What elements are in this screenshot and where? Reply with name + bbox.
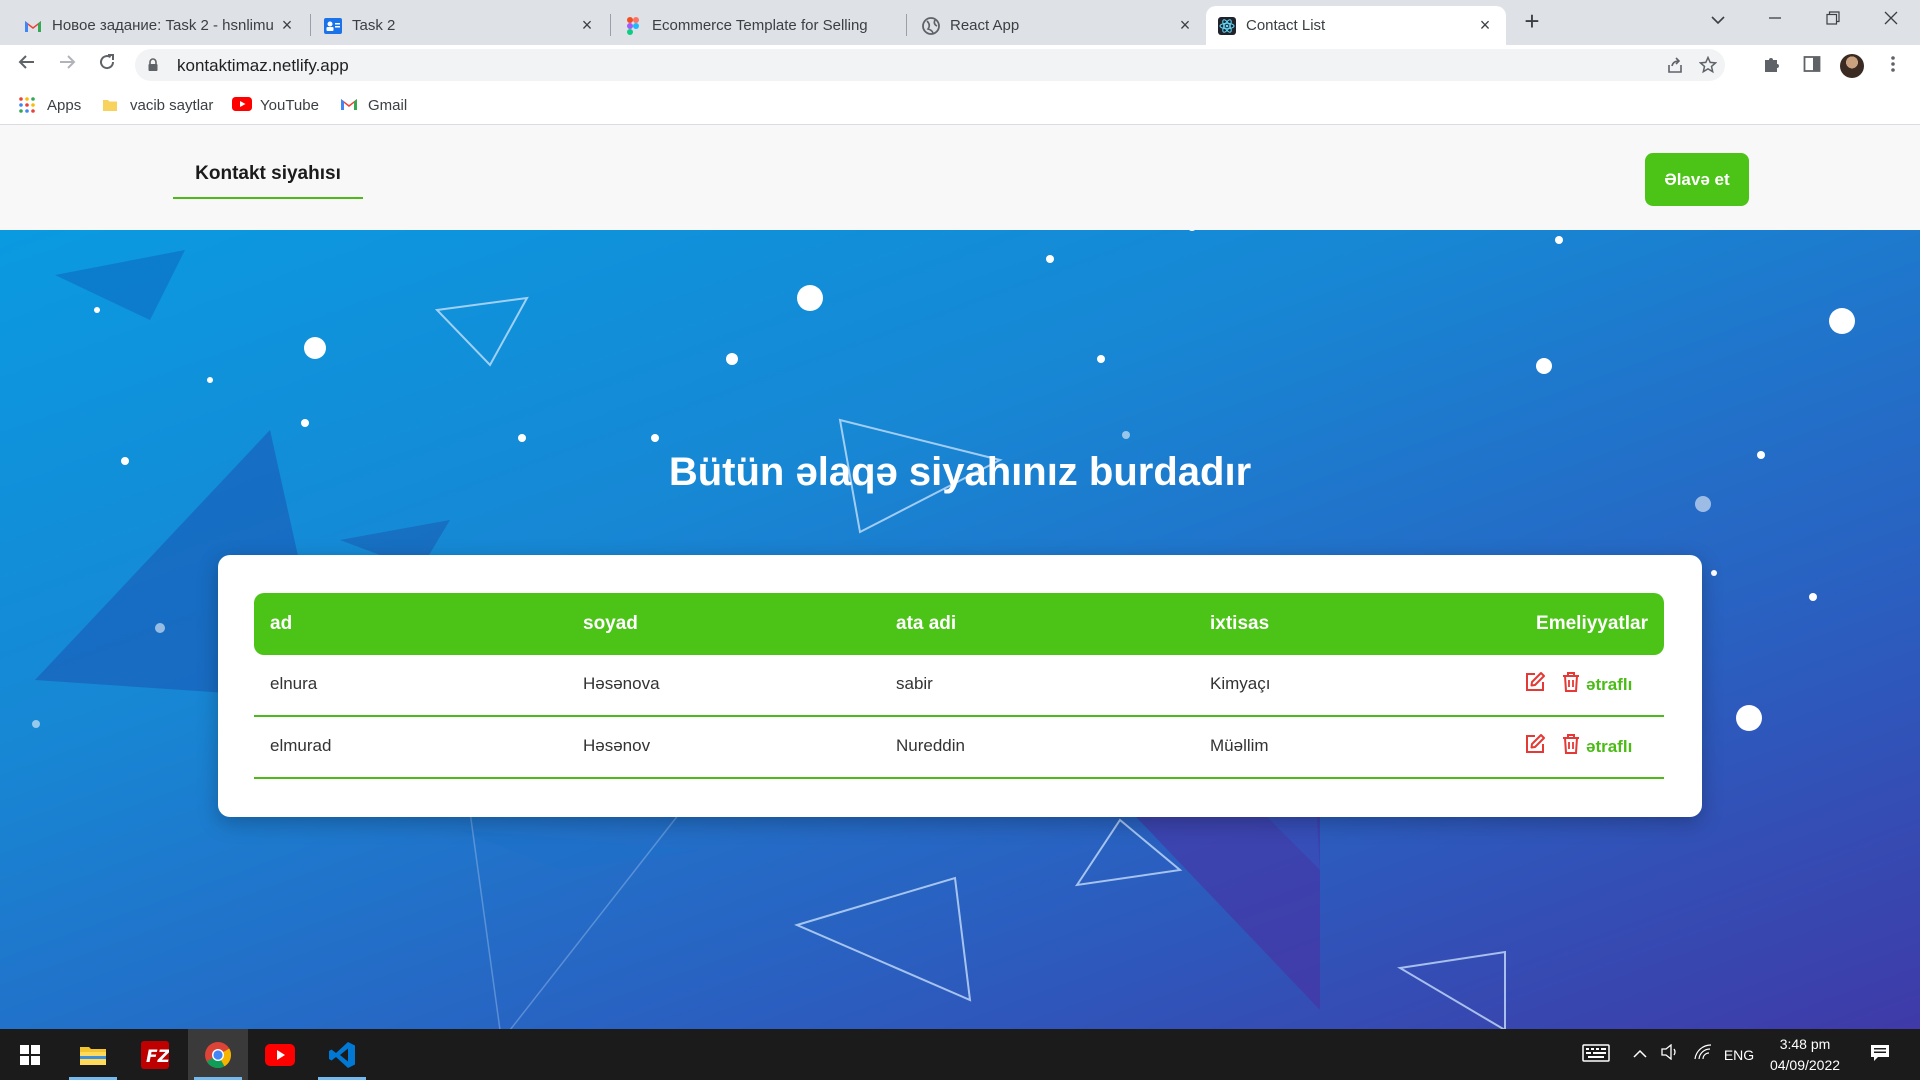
- close-icon[interactable]: ×: [1476, 15, 1494, 35]
- details-link[interactable]: ətraflı: [1586, 675, 1632, 695]
- cell-ixtisas: Müəllim: [1210, 736, 1269, 755]
- chrome-icon[interactable]: [188, 1029, 248, 1080]
- filezilla-icon[interactable]: FZ: [125, 1029, 185, 1080]
- cell-soyad: Həsənov: [583, 736, 651, 755]
- side-panel-icon[interactable]: [1801, 55, 1823, 77]
- youtube-icon[interactable]: [250, 1029, 310, 1080]
- column-header-emeliyyatlar: Emeliyyatlar: [1536, 613, 1648, 634]
- cell-ixtisas: Kimyaçı: [1210, 674, 1271, 693]
- omnibox[interactable]: kontaktimaz.netlify.app: [135, 49, 1725, 81]
- more-menu-icon[interactable]: [1882, 55, 1904, 77]
- share-icon[interactable]: [1665, 56, 1685, 76]
- column-header-ixtisas: ixtisas: [1210, 613, 1270, 634]
- minimize-button[interactable]: [1753, 4, 1797, 34]
- site-header: Kontakt siyahısı Əlavə et: [0, 125, 1920, 230]
- tab-search-chevron-icon[interactable]: [1696, 4, 1740, 34]
- clock[interactable]: 3:48 pm 04/09/2022: [1760, 1034, 1850, 1076]
- hero-title: Bütün əlaqə siyahınız burdadır: [668, 450, 1252, 494]
- gmail-icon: [340, 97, 358, 113]
- gmail-icon: [24, 17, 42, 35]
- bookmark-vacib-saytlar[interactable]: vacib saytlar: [102, 95, 213, 115]
- clock-time: 3:48 pm: [1779, 1036, 1831, 1052]
- contacts-card: ad soyad ata adi ixtisas Emeliyyatlar el…: [218, 555, 1702, 817]
- table-row: elmurad Həsənov Nureddin Müəllim ətraflı: [254, 717, 1664, 779]
- close-icon[interactable]: ×: [578, 15, 596, 35]
- address-toolbar: kontaktimaz.netlify.app: [0, 45, 1920, 85]
- apps-grid-icon: [19, 97, 37, 113]
- file-explorer-icon[interactable]: [63, 1029, 123, 1080]
- reload-button[interactable]: [93, 51, 121, 79]
- input-language[interactable]: ENG: [1722, 1044, 1756, 1066]
- tab-react-app[interactable]: React App ×: [910, 6, 1206, 45]
- chevron-up-icon[interactable]: [1632, 1044, 1648, 1066]
- figma-icon: [624, 16, 642, 35]
- youtube-icon: [232, 97, 252, 113]
- browser-tab-strip: Новое задание: Task 2 - hsnlimu × Task 2…: [0, 0, 1920, 45]
- add-contact-button[interactable]: Əlavə et: [1645, 153, 1749, 206]
- edit-icon[interactable]: [1524, 733, 1546, 757]
- cell-soyad: Həsənova: [583, 674, 660, 693]
- cell-ad: elmurad: [270, 736, 332, 755]
- forward-button[interactable]: [53, 51, 81, 79]
- bookmark-apps[interactable]: Apps: [19, 95, 81, 115]
- url-text[interactable]: kontaktimaz.netlify.app: [177, 56, 349, 76]
- tab-contact-list[interactable]: Contact List ×: [1206, 6, 1506, 45]
- tab-ecommerce-template[interactable]: Ecommerce Template for Selling: [612, 6, 908, 45]
- clock-date: 04/09/2022: [1769, 1057, 1841, 1073]
- cell-ad: elnura: [270, 674, 318, 693]
- lock-icon: [148, 58, 158, 71]
- windows-start-icon[interactable]: [0, 1029, 60, 1080]
- hero-section: Bütün əlaqə siyahınız burdadır ad soyad …: [0, 230, 1920, 1029]
- extensions-puzzle-icon[interactable]: [1761, 55, 1783, 77]
- column-header-ad: ad: [270, 613, 293, 634]
- new-tab-button[interactable]: +: [1519, 8, 1545, 35]
- folder-icon: [102, 97, 120, 113]
- column-header-soyad: soyad: [583, 613, 638, 634]
- back-button[interactable]: [13, 51, 41, 79]
- table-row: elnura Həsənova sabir Kimyaçı ətraflı: [254, 655, 1664, 717]
- close-icon[interactable]: ×: [1176, 15, 1194, 35]
- bookmark-gmail[interactable]: Gmail: [340, 95, 407, 115]
- bookmarks-bar: Apps vacib saytlar YouTube Gmail: [0, 85, 1920, 125]
- tab-gmail-task[interactable]: Новое задание: Task 2 - hsnlimu ×: [12, 6, 308, 45]
- bookmark-youtube[interactable]: YouTube: [232, 95, 319, 115]
- restore-button[interactable]: [1811, 4, 1855, 34]
- cell-ata-adi: sabir: [896, 674, 933, 693]
- keyboard-icon[interactable]: [1582, 1044, 1610, 1066]
- table-header: ad soyad ata adi ixtisas Emeliyyatlar: [254, 593, 1664, 655]
- svg-text:FZ: FZ: [146, 1047, 169, 1067]
- wifi-icon[interactable]: [1693, 1044, 1713, 1066]
- windows-taskbar: FZ ENG 3:48 pm 04/09/2022: [0, 1029, 1920, 1080]
- globe-icon: [922, 16, 940, 35]
- volume-icon[interactable]: [1660, 1043, 1682, 1066]
- trash-icon[interactable]: [1561, 671, 1583, 695]
- tab-task-2[interactable]: Task 2 ×: [312, 6, 608, 45]
- classroom-icon: [324, 17, 342, 35]
- trash-icon[interactable]: [1561, 733, 1583, 757]
- nav-link-contact-list[interactable]: Kontakt siyahısı: [173, 163, 363, 199]
- bookmark-star-icon[interactable]: [1698, 55, 1718, 76]
- close-icon[interactable]: ×: [278, 15, 296, 35]
- profile-avatar[interactable]: [1840, 54, 1864, 78]
- column-header-ata-adi: ata adi: [896, 613, 957, 634]
- edit-icon[interactable]: [1524, 671, 1546, 695]
- notifications-icon[interactable]: [1868, 1044, 1892, 1066]
- vscode-icon[interactable]: [312, 1029, 372, 1080]
- details-link[interactable]: ətraflı: [1586, 737, 1632, 757]
- close-window-button[interactable]: [1869, 4, 1913, 34]
- cell-ata-adi: Nureddin: [896, 736, 965, 755]
- react-icon: [1218, 16, 1236, 35]
